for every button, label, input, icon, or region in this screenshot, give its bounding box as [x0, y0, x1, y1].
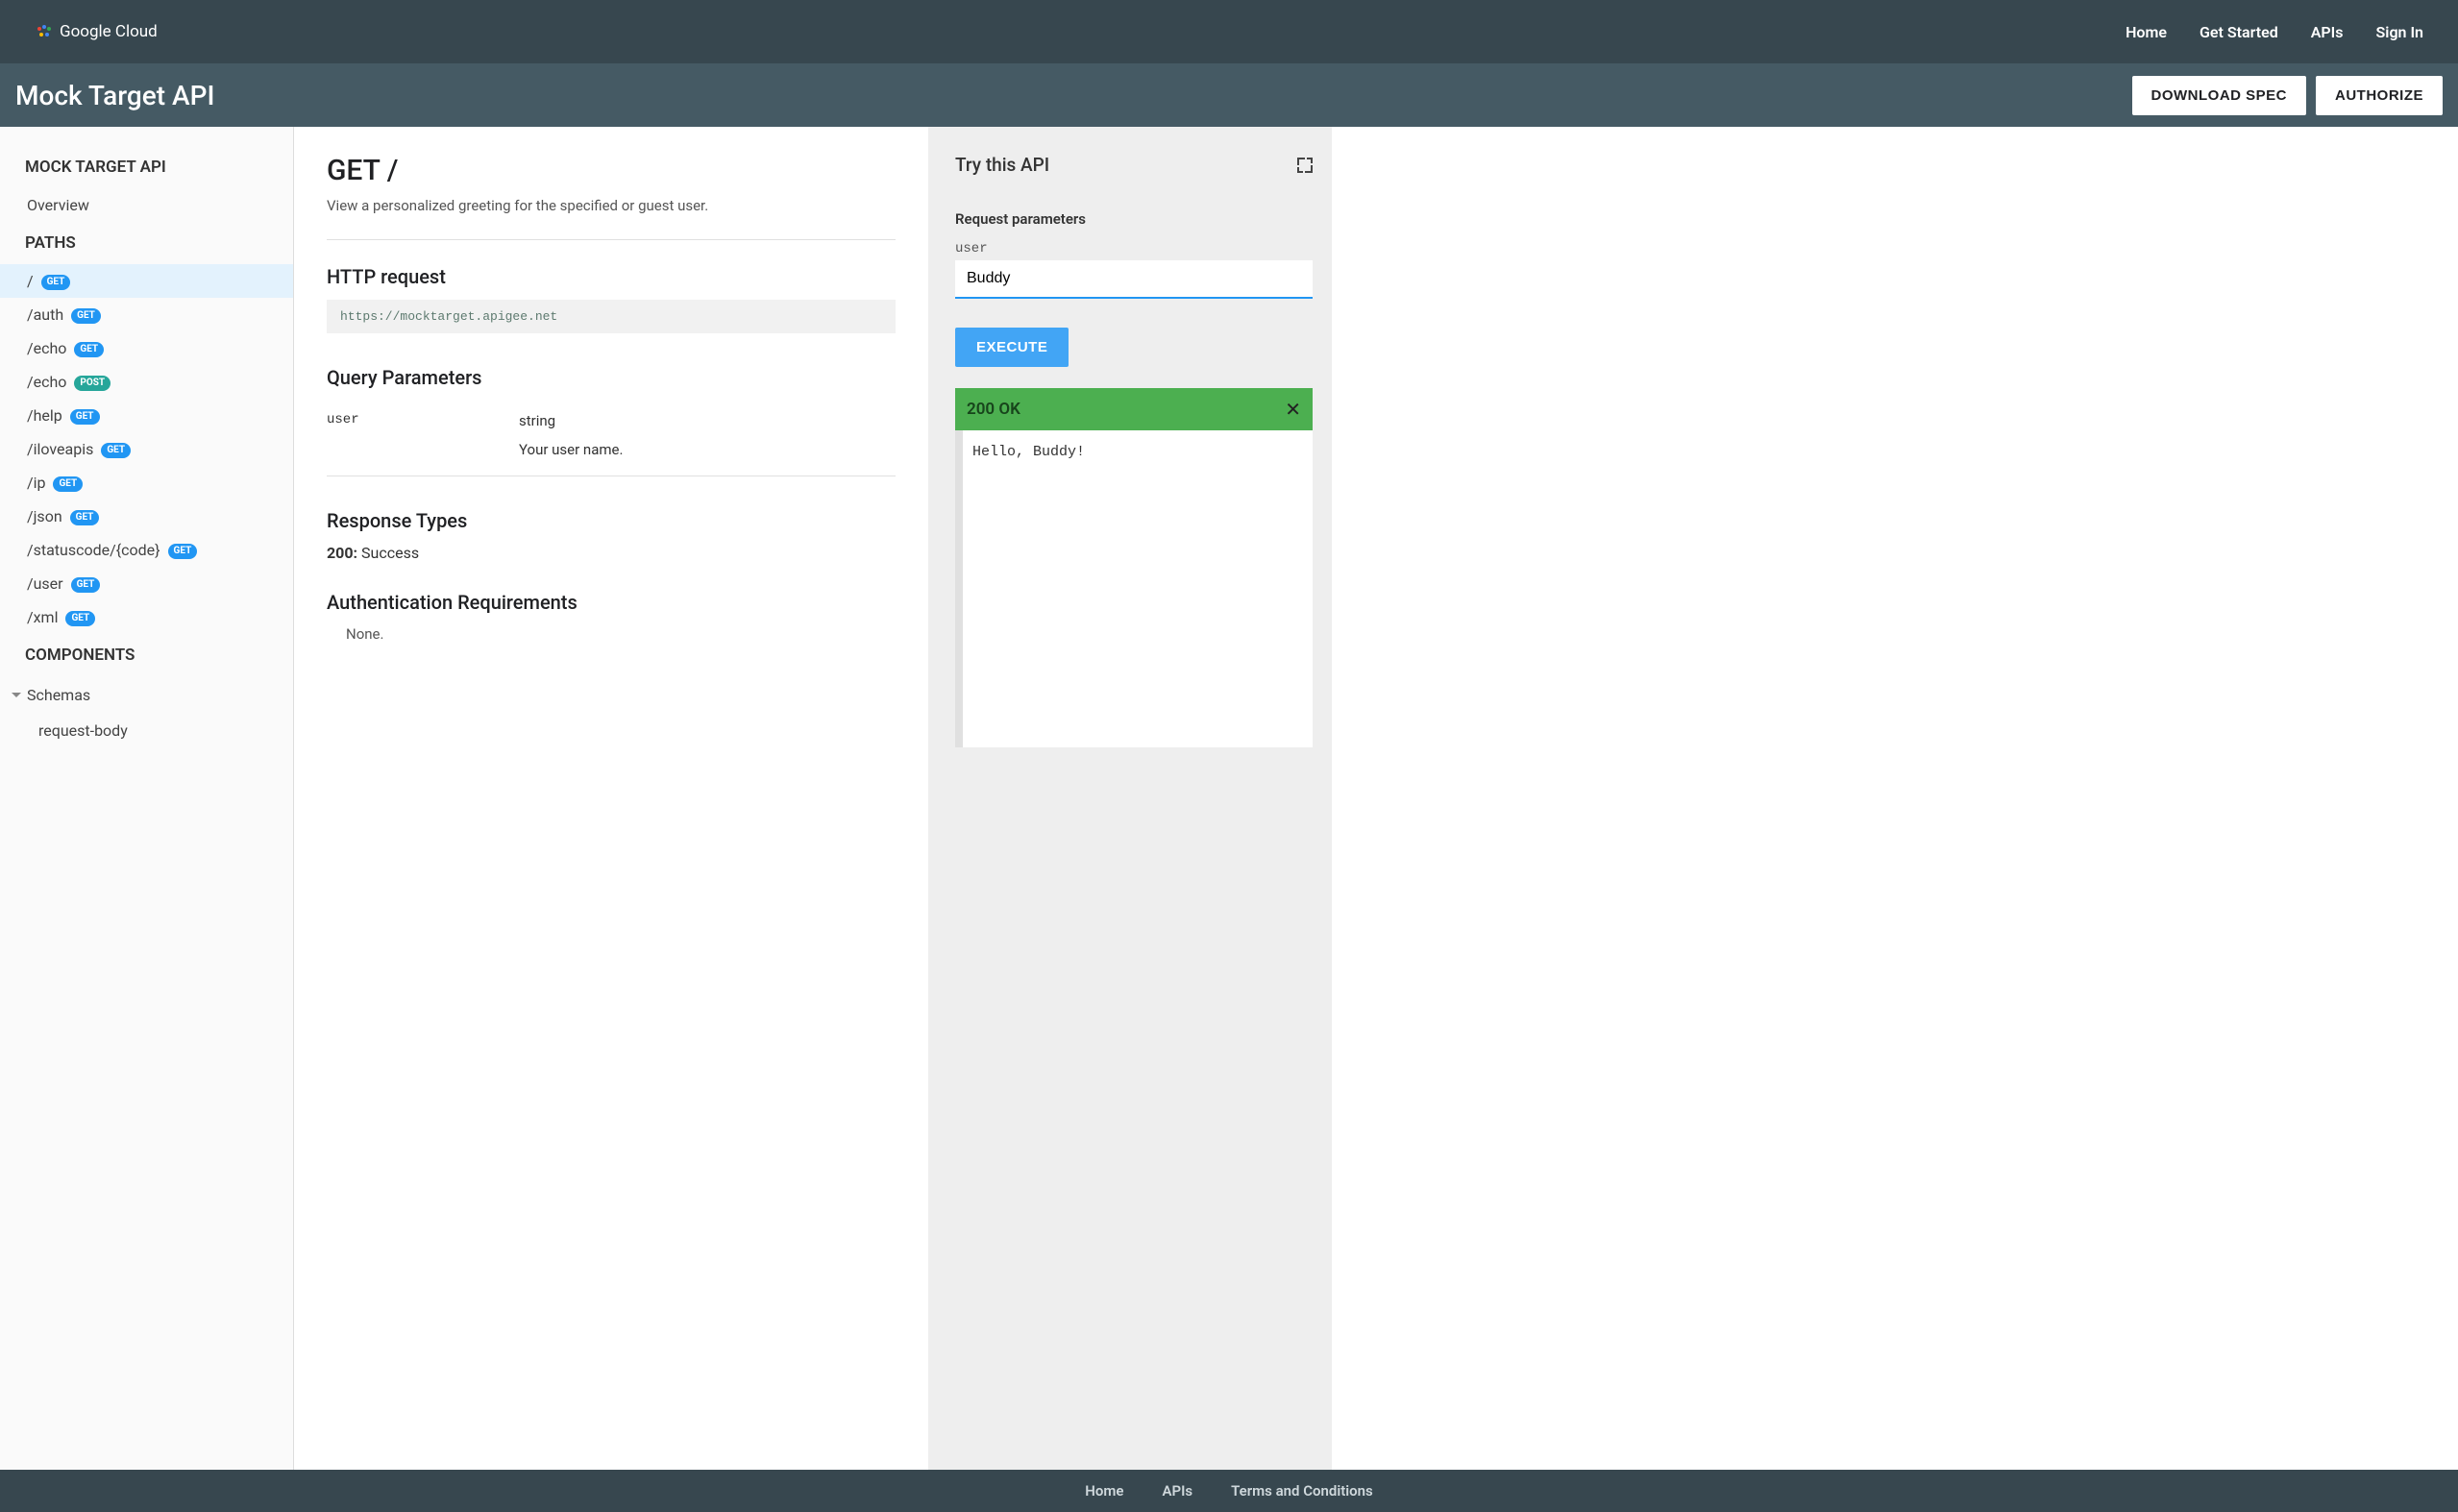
method-badge-get: GET	[71, 577, 101, 593]
sidebar-schemas[interactable]: Schemas	[0, 676, 293, 714]
nav-links: Home Get Started APIs Sign In	[2126, 23, 2423, 41]
authorize-button[interactable]: AUTHORIZE	[2316, 76, 2443, 115]
sidebar-path-echo-get[interactable]: /echo GET	[0, 331, 293, 365]
sidebar-path-iloveapis[interactable]: /iloveapis GET	[0, 432, 293, 466]
header-actions: DOWNLOAD SPEC AUTHORIZE	[2132, 76, 2444, 115]
endpoint-subtitle: View a personalized greeting for the spe…	[327, 197, 896, 214]
path-label: /auth	[27, 305, 63, 324]
caret-down-icon	[12, 693, 21, 697]
path-label: /help	[27, 406, 62, 425]
try-this-api-panel: Try this API Request parameters user EXE…	[928, 127, 1332, 1470]
method-badge-get: GET	[53, 476, 83, 492]
sidebar-components-title: COMPONENTS	[0, 634, 293, 676]
response-text: Success	[361, 544, 419, 562]
nav-sign-in[interactable]: Sign In	[2376, 23, 2423, 41]
sidebar-path-ip[interactable]: /ip GET	[0, 466, 293, 500]
header-bar: Mock Target API DOWNLOAD SPEC AUTHORIZE	[0, 63, 2458, 127]
footer-terms[interactable]: Terms and Conditions	[1231, 1482, 1373, 1500]
path-label: /ip	[27, 474, 45, 492]
expand-icon[interactable]	[1297, 158, 1313, 173]
query-param-text: Your user name.	[519, 441, 896, 458]
brand-logo[interactable]: Google Cloud	[35, 22, 158, 41]
query-param-row: user string Your user name.	[327, 401, 896, 476]
http-url-box: https://mocktarget.apigee.net	[327, 300, 896, 333]
path-label: /echo	[27, 339, 66, 357]
param-user-label: user	[955, 241, 1313, 256]
main-content: GET / View a personalized greeting for t…	[294, 127, 928, 1470]
query-params-heading: Query Parameters	[327, 366, 896, 389]
sidebar-path-json[interactable]: /json GET	[0, 500, 293, 533]
method-badge-get: GET	[71, 308, 101, 324]
method-badge-get: GET	[70, 510, 100, 525]
sidebar-api-title: MOCK TARGET API	[0, 146, 293, 188]
response-status-bar: 200 OK ✕	[955, 388, 1313, 430]
sidebar-path-statuscode[interactable]: /statuscode/{code} GET	[0, 533, 293, 567]
nav-apis[interactable]: APIs	[2311, 23, 2344, 41]
sidebar-path-root[interactable]: / GET	[0, 264, 293, 298]
brand-text: Google Cloud	[60, 22, 158, 41]
nav-home[interactable]: Home	[2126, 23, 2167, 41]
param-user-input[interactable]	[955, 260, 1313, 299]
sidebar-path-auth[interactable]: /auth GET	[0, 298, 293, 331]
response-body: Hello, Buddy!	[955, 430, 1313, 747]
path-label: /json	[27, 507, 62, 525]
auth-none-text: None.	[327, 625, 896, 643]
path-label: /echo	[27, 373, 66, 391]
http-request-heading: HTTP request	[327, 265, 896, 288]
auth-requirements-heading: Authentication Requirements	[327, 591, 896, 614]
method-badge-get: GET	[101, 443, 131, 458]
path-label: /statuscode/{code}	[27, 541, 160, 559]
sidebar-path-help[interactable]: /help GET	[0, 399, 293, 432]
method-badge-get: GET	[70, 409, 100, 425]
sidebar-paths-title: PATHS	[0, 222, 293, 264]
query-param-type: string	[519, 412, 896, 429]
execute-button[interactable]: EXECUTE	[955, 328, 1069, 367]
page-title: Mock Target API	[15, 80, 214, 111]
path-label: /xml	[27, 608, 58, 626]
endpoint-title: GET /	[327, 154, 896, 187]
nav-get-started[interactable]: Get Started	[2200, 23, 2278, 41]
download-spec-button[interactable]: DOWNLOAD SPEC	[2132, 76, 2307, 115]
try-header-row: Try this API	[955, 154, 1313, 176]
layout: MOCK TARGET API Overview PATHS / GET /au…	[0, 127, 2458, 1470]
top-nav: Google Cloud Home Get Started APIs Sign …	[0, 0, 2458, 63]
divider	[327, 239, 896, 240]
method-badge-post: POST	[74, 376, 111, 391]
path-label: /	[27, 272, 34, 290]
method-badge-get: GET	[74, 342, 104, 357]
try-this-api-title: Try this API	[955, 154, 1049, 176]
response-code: 200:	[327, 544, 357, 562]
sidebar: MOCK TARGET API Overview PATHS / GET /au…	[0, 127, 294, 1470]
schemas-label: Schemas	[27, 686, 90, 704]
cloud-logo-icon	[35, 22, 54, 41]
sidebar-path-echo-post[interactable]: /echo POST	[0, 365, 293, 399]
sidebar-path-xml[interactable]: /xml GET	[0, 600, 293, 634]
footer-home[interactable]: Home	[1085, 1482, 1123, 1500]
method-badge-get: GET	[168, 544, 198, 559]
query-param-name: user	[327, 412, 519, 458]
response-types-heading: Response Types	[327, 509, 896, 532]
footer: Home APIs Terms and Conditions	[0, 1470, 2458, 1512]
close-icon[interactable]: ✕	[1285, 398, 1301, 421]
response-type-line: 200: Success	[327, 544, 896, 562]
query-param-desc: string Your user name.	[519, 412, 896, 458]
footer-apis[interactable]: APIs	[1162, 1482, 1192, 1500]
status-text: 200 OK	[967, 400, 1020, 419]
sidebar-path-user[interactable]: /user GET	[0, 567, 293, 600]
path-label: /user	[27, 574, 63, 593]
sidebar-overview[interactable]: Overview	[0, 188, 293, 222]
method-badge-get: GET	[65, 611, 95, 626]
request-params-label: Request parameters	[955, 210, 1313, 228]
sidebar-schema-request-body[interactable]: request-body	[0, 714, 293, 747]
method-badge-get: GET	[41, 275, 71, 290]
path-label: /iloveapis	[27, 440, 93, 458]
